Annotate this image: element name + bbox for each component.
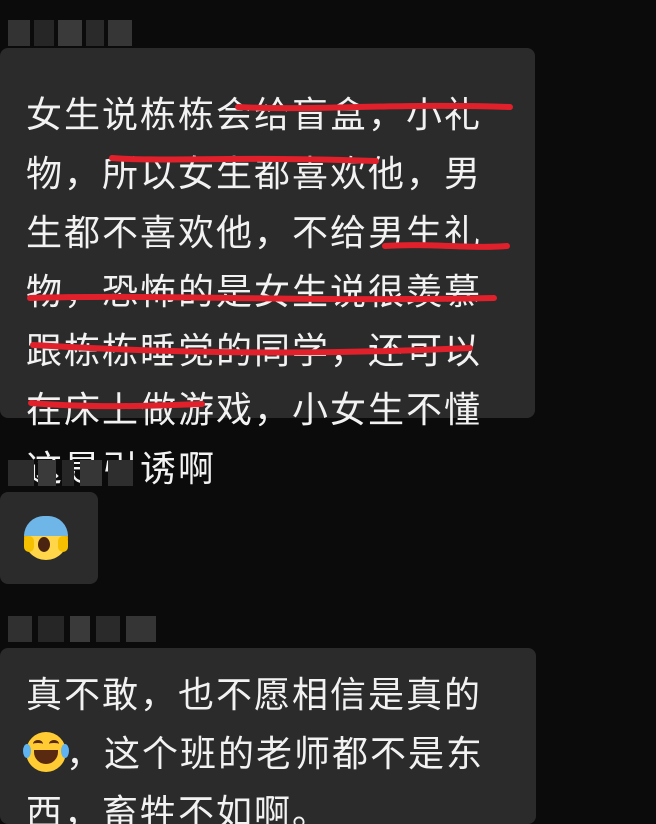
sender-name-redacted bbox=[8, 20, 138, 46]
face-with-tears-of-joy-icon bbox=[23, 732, 69, 772]
message-bubble[interactable]: 真不敢，也不愿相信是真的 ，这个班的老师都不是东西，畜牲不如啊。 bbox=[0, 648, 536, 824]
message-text-part2: ，这个班的老师都不是东西，畜牲不如啊。 bbox=[26, 734, 485, 824]
message-bubble[interactable]: 女生说栋栋会给盲盒，小礼物，所以女生都喜欢他，男生都不喜欢他，不给男生礼物，恐怖… bbox=[0, 48, 535, 490]
sender-name-redacted bbox=[8, 616, 158, 642]
message-text: 真不敢，也不愿相信是真的 ，这个班的老师都不是东西，畜牲不如啊。 bbox=[23, 666, 518, 824]
sender-name-redacted bbox=[8, 460, 133, 486]
emoji-message-bubble[interactable] bbox=[0, 492, 98, 584]
message-text: 女生说栋栋会给盲盒，小礼物，所以女生都喜欢他，男生都不喜欢他，不给男生礼物，恐怖… bbox=[26, 95, 483, 490]
message-text-part1: 真不敢，也不愿相信是真的 bbox=[26, 675, 483, 716]
face-screaming-in-fear-icon bbox=[24, 516, 68, 560]
